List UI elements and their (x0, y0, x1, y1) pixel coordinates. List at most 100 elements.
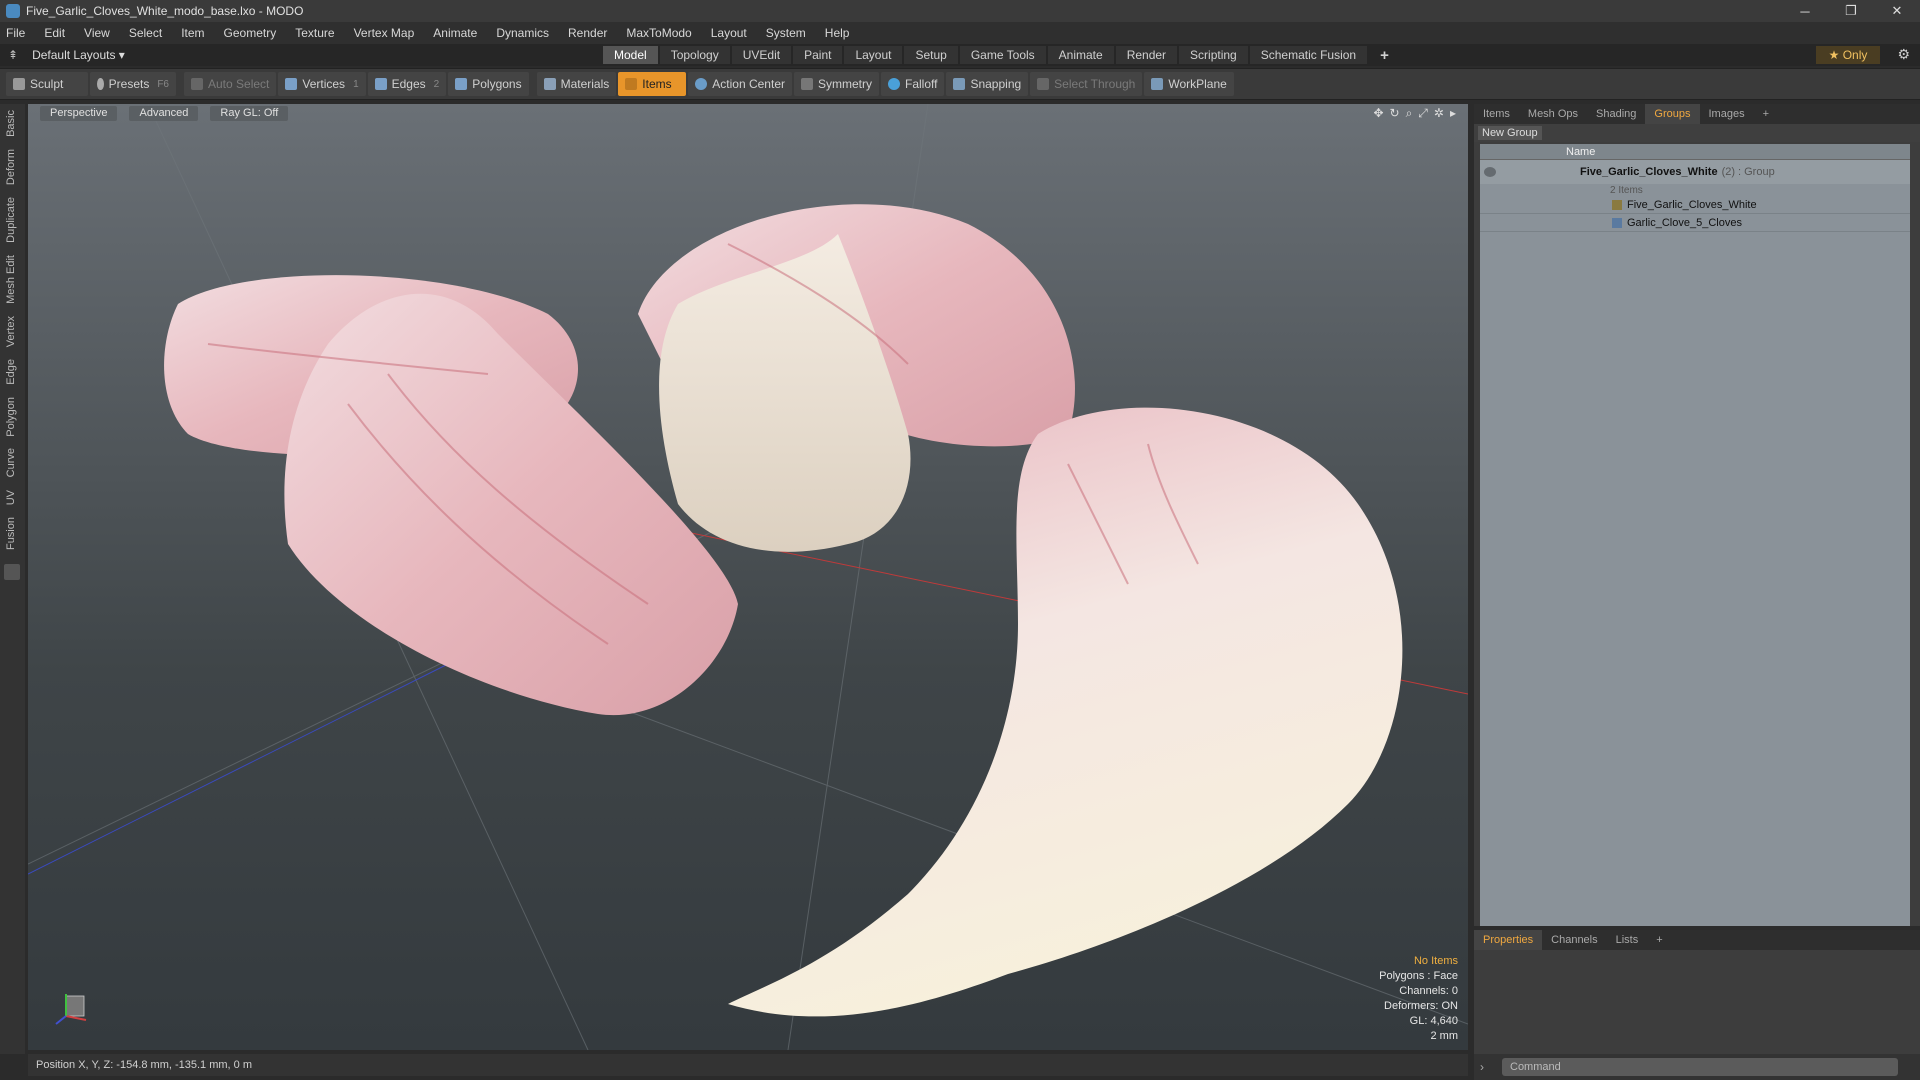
left-tab-vertex[interactable]: Vertex (5, 310, 17, 353)
snapping-button[interactable]: Snapping (946, 72, 1029, 96)
tab-properties[interactable]: Properties (1474, 930, 1543, 950)
menu-edit[interactable]: Edit (44, 26, 65, 40)
properties-tabs: Properties Channels Lists + (1474, 930, 1920, 950)
select-through-icon (1037, 78, 1050, 90)
add-panel-tab-icon[interactable]: + (1754, 108, 1778, 120)
action-center-button[interactable]: Action Center (688, 72, 792, 96)
only-toggle[interactable]: ★ Only (1816, 46, 1880, 64)
menu-file[interactable]: File (6, 26, 25, 40)
view-mode-button[interactable]: Perspective (40, 105, 118, 121)
menu-geometry[interactable]: Geometry (224, 26, 277, 40)
shading-mode-button[interactable]: Advanced (129, 105, 199, 121)
presets-button[interactable]: Presets F6 (90, 72, 176, 96)
info-scale: 2 mm (1430, 1030, 1459, 1042)
menu-vertex-map[interactable]: Vertex Map (354, 26, 415, 40)
tab-render[interactable]: Render (1115, 46, 1178, 64)
tab-model[interactable]: Model (603, 46, 658, 64)
left-tab-uv[interactable]: UV (5, 484, 17, 511)
tab-images[interactable]: Images (1700, 108, 1754, 120)
tab-mesh-ops[interactable]: Mesh Ops (1519, 108, 1587, 120)
auto-select-button[interactable]: Auto Select (184, 72, 277, 96)
menu-animate[interactable]: Animate (433, 26, 477, 40)
menu-dynamics[interactable]: Dynamics (496, 26, 549, 40)
command-input[interactable]: Command (1502, 1058, 1898, 1076)
viewport-scene (28, 104, 1468, 1050)
tab-groups[interactable]: Groups (1645, 104, 1700, 124)
tab-scripting[interactable]: Scripting (1179, 46, 1248, 64)
pan-icon[interactable]: ✥ (1373, 106, 1383, 121)
zoom-icon[interactable]: ⌕ (1406, 106, 1413, 121)
info-channels: Channels: 0 (1399, 985, 1458, 997)
tab-shading[interactable]: Shading (1587, 108, 1645, 120)
menu-select[interactable]: Select (129, 26, 162, 40)
menu-item[interactable]: Item (181, 26, 204, 40)
left-tab-deform[interactable]: Deform (5, 143, 17, 191)
window-title: Five_Garlic_Cloves_White_modo_base.lxo -… (26, 4, 304, 18)
locator-icon (1612, 199, 1622, 210)
menu-layout[interactable]: Layout (711, 26, 747, 40)
viewport-header: Perspective Advanced Ray GL: Off (28, 104, 1468, 122)
title-bar: Five_Garlic_Cloves_White_modo_base.lxo -… (0, 0, 1920, 22)
viewport-nav-icons: ✥ ↻ ⌕ ⤢ ✲ ▸ (1367, 106, 1456, 121)
toolbox-toggle-icon[interactable] (4, 564, 20, 581)
menu-render[interactable]: Render (568, 26, 607, 40)
tab-setup[interactable]: Setup (904, 46, 958, 64)
restore-icon[interactable]: ❐ (1828, 0, 1874, 22)
panel-tabs: Items Mesh Ops Shading Groups Images + (1474, 104, 1920, 124)
axis-gizmo-icon (55, 994, 87, 1025)
info-selection: No Items (1413, 955, 1458, 967)
name-column-header[interactable]: Name (1566, 146, 1595, 158)
close-icon[interactable]: ✕ (1874, 0, 1920, 22)
falloff-button[interactable]: Falloff (880, 72, 945, 96)
tab-channels[interactable]: Channels (1542, 934, 1606, 946)
minimize-icon[interactable]: ─ (1782, 0, 1828, 22)
visibility-eye-icon[interactable] (1484, 167, 1496, 177)
symmetry-button[interactable]: Symmetry (793, 72, 879, 96)
vertices-button[interactable]: Vertices 1 (278, 72, 366, 96)
items-button[interactable]: Items (618, 72, 687, 96)
layout-selector[interactable]: ⇞ Default Layouts ▾ (8, 48, 568, 62)
tab-animate[interactable]: Animate (1047, 46, 1114, 64)
menu-maxtomodo[interactable]: MaxToModo (626, 26, 691, 40)
layout-arrow-icon: ⇞ (8, 48, 19, 62)
polygons-button[interactable]: Polygons (448, 72, 529, 96)
rotate-icon[interactable]: ↻ (1390, 106, 1400, 121)
tab-topology[interactable]: Topology (659, 46, 730, 64)
left-tab-mesh-edit[interactable]: Mesh Edit (5, 249, 17, 310)
left-tab-fusion[interactable]: Fusion (5, 511, 17, 556)
tree-row-item[interactable]: Garlic_Clove_5_Cloves (1480, 214, 1910, 232)
left-tab-edge[interactable]: Edge (5, 353, 17, 391)
child-name: Five_Garlic_Cloves_White (1627, 198, 1757, 211)
tab-items[interactable]: Items (1474, 108, 1519, 120)
sculpt-button[interactable]: Sculpt (6, 72, 88, 96)
maximize-icon[interactable]: ⤢ (1418, 106, 1428, 121)
left-tab-duplicate[interactable]: Duplicate (5, 191, 17, 249)
tab-game-tools[interactable]: Game Tools (959, 46, 1046, 64)
raygl-button[interactable]: Ray GL: Off (210, 105, 289, 121)
new-group-button[interactable]: New Group (1478, 126, 1542, 140)
tree-row-group[interactable]: Five_Garlic_Cloves_White (2) : Group (1480, 160, 1910, 184)
3d-viewport[interactable]: Perspective Advanced Ray GL: Off ✥ ↻ ⌕ ⤢… (28, 104, 1468, 1050)
menu-help[interactable]: Help (825, 26, 850, 40)
more-arrow-icon[interactable]: ▸ (1450, 106, 1456, 121)
left-tab-basic[interactable]: Basic (5, 104, 17, 143)
settings-icon[interactable]: ✲ (1434, 106, 1444, 121)
menu-view[interactable]: View (84, 26, 110, 40)
tab-lists[interactable]: Lists (1607, 934, 1648, 946)
select-through-button[interactable]: Select Through (1030, 72, 1143, 96)
menu-texture[interactable]: Texture (295, 26, 334, 40)
menu-system[interactable]: System (766, 26, 806, 40)
tab-schematic-fusion[interactable]: Schematic Fusion (1249, 46, 1368, 64)
gear-icon[interactable]: ⚙ (1897, 46, 1910, 63)
materials-button[interactable]: Materials (536, 72, 617, 96)
tab-layout[interactable]: Layout (844, 46, 903, 64)
left-tab-curve[interactable]: Curve (5, 442, 17, 483)
add-tab-icon[interactable]: + (1369, 46, 1400, 64)
left-tab-polygon[interactable]: Polygon (5, 391, 17, 443)
edges-button[interactable]: Edges 2 (367, 72, 447, 96)
workplane-button[interactable]: WorkPlane (1144, 72, 1234, 96)
add-properties-tab-icon[interactable]: + (1647, 934, 1671, 946)
tab-paint[interactable]: Paint (793, 46, 843, 64)
tab-uvedit[interactable]: UVEdit (731, 46, 792, 64)
tree-row-item[interactable]: Five_Garlic_Cloves_White (1480, 196, 1910, 214)
